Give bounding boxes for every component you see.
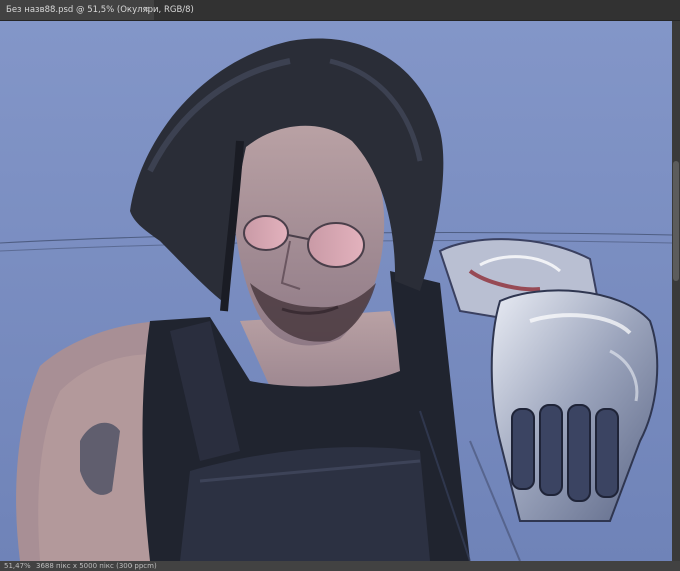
vertical-scrollbar[interactable]: [672, 21, 680, 561]
close-tab-icon[interactable]: ×: [142, 0, 150, 20]
scrollbar-thumb[interactable]: [673, 161, 679, 281]
zoom-level[interactable]: 51,47%: [4, 561, 31, 571]
document-canvas[interactable]: [0, 21, 672, 561]
status-bar: 51,47% 3688 пікс x 5000 пікс (300 ppcm) …: [0, 561, 680, 571]
document-tab[interactable]: Без назв88.psd @ 51,5% (Окуляри, RGB/8) …: [0, 0, 194, 20]
document-tab-bar: Без назв88.psd @ 51,5% (Окуляри, RGB/8) …: [0, 0, 680, 21]
right-lens: [307, 222, 365, 268]
document-tab-title: Без назв88.psd @ 51,5% (Окуляри, RGB/8): [6, 5, 194, 15]
left-lens: [243, 215, 289, 251]
status-menu-arrow-icon[interactable]: ›: [130, 561, 133, 571]
document-info: 3688 пікс x 5000 пікс (300 ppcm): [36, 562, 157, 570]
artwork-painting: [0, 21, 672, 561]
